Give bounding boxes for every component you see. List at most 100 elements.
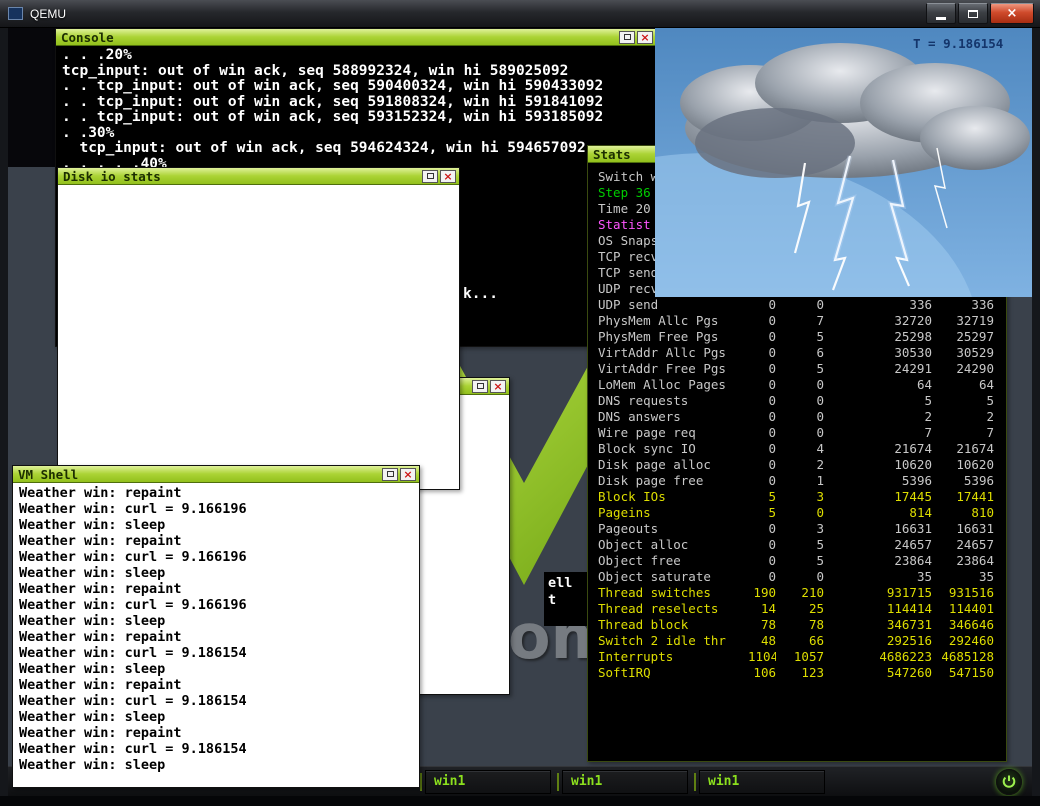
close-icon: ×	[493, 379, 503, 393]
stats-row-value: 931715	[886, 585, 932, 600]
vmshell-line: Weather win: repaint	[19, 629, 182, 645]
stats-row-value: 292460	[948, 633, 994, 648]
taskbar-separator	[694, 773, 696, 791]
stats-row-value: 5396	[901, 473, 932, 488]
desktop-dark-region	[8, 28, 55, 167]
stats-row: Block IOs 5 3 17445 17441	[598, 489, 996, 505]
stats-row-value: 16631	[894, 521, 932, 536]
stats-row-value: 35	[916, 569, 932, 584]
hidden-terminal-fragment: ell t	[544, 572, 587, 626]
stats-row-value: 0	[816, 409, 824, 424]
window-title: Console	[61, 29, 114, 45]
stats-row-label: Disk page alloc	[598, 457, 711, 472]
stats-row-value: 0	[768, 537, 776, 552]
stats-row: PhysMem Allc Pgs 0 7 32720 32719	[598, 313, 996, 329]
stats-row: Pageins 5 0 814 810	[598, 505, 996, 521]
stats-row-value: 810	[971, 505, 994, 520]
stats-row-value: 30530	[894, 345, 932, 360]
stats-row-value: 0	[768, 521, 776, 536]
stats-row-value: 5	[768, 505, 776, 520]
window-title: Disk io stats	[63, 168, 161, 184]
power-icon	[1002, 775, 1016, 788]
console-titlebar[interactable]: Console ×	[56, 29, 656, 46]
minimize-icon	[476, 383, 484, 389]
window-right-border	[1032, 28, 1040, 806]
stats-row-value: 0	[768, 473, 776, 488]
close-button[interactable]: ×	[490, 379, 506, 393]
stats-row-value: 25298	[894, 329, 932, 344]
stats-row-label: DNS answers	[598, 409, 681, 424]
stats-row-value: 2	[816, 457, 824, 472]
stats-row-value: 5	[816, 361, 824, 376]
close-button[interactable]: ×	[637, 30, 653, 44]
qemu-maximize-button[interactable]	[958, 3, 988, 24]
stats-row-value: 0	[816, 393, 824, 408]
taskbar-window-button[interactable]: win1	[425, 770, 551, 794]
stats-row-value: 123	[801, 665, 824, 680]
stats-row-value: 25	[808, 601, 824, 616]
stats-row: PhysMem Free Pgs 0 5 25298 25297	[598, 329, 996, 345]
stats-row-value: 346646	[948, 617, 994, 632]
fragment-line: ell	[548, 575, 573, 591]
stats-row: Wire page req 0 0 7 7	[598, 425, 996, 441]
stats-row-value: 0	[768, 377, 776, 392]
stats-row-value: 106	[753, 665, 776, 680]
minimize-icon	[623, 34, 631, 40]
stats-row-value: 5	[768, 489, 776, 504]
stats-row: Thread block 78 78 346731 346646	[598, 617, 996, 633]
disk-io-titlebar[interactable]: Disk io stats ×	[58, 168, 459, 185]
stats-row-label: Pageins	[598, 505, 651, 520]
stats-row-value: 0	[768, 361, 776, 376]
stats-row: LoMem Alloc Pages 0 0 64 64	[598, 377, 996, 393]
stats-row-label: PhysMem Allc Pgs	[598, 313, 719, 328]
vmshell-line: Weather win: curl = 9.186154	[19, 645, 247, 661]
stats-row: DNS answers 0 0 2 2	[598, 409, 996, 425]
stats-row: Disk page free 0 1 5396 5396	[598, 473, 996, 489]
vmshell-line: Weather win: repaint	[19, 581, 182, 597]
qemu-minimize-button[interactable]	[926, 3, 956, 24]
stats-row-value: 78	[808, 617, 824, 632]
stats-row-value: 30529	[956, 345, 994, 360]
vmshell-line: Weather win: curl = 9.186154	[19, 741, 247, 757]
stats-row-value: 1104	[748, 649, 776, 664]
minimize-button[interactable]	[382, 467, 398, 481]
weather-window: T = 9.186154	[655, 28, 1032, 297]
vmshell-line: Weather win: repaint	[19, 725, 182, 741]
qemu-titlebar[interactable]: QEMU ×	[0, 0, 1040, 28]
stats-row: Disk page alloc 0 2 10620 10620	[598, 457, 996, 473]
stats-row-value: 814	[909, 505, 932, 520]
vmshell-line: Weather win: repaint	[19, 485, 182, 501]
stats-row-value: 78	[760, 617, 776, 632]
close-button[interactable]: ×	[440, 169, 456, 183]
stats-row-label: SoftIRQ	[598, 665, 651, 680]
stats-row-value: 0	[768, 441, 776, 456]
vm-shell-window: VM Shell × Weather win: repaint Weather w…	[12, 465, 420, 788]
stats-row-value: 0	[816, 505, 824, 520]
taskbar-window-button[interactable]: win1	[699, 770, 825, 794]
stats-row-value: 24657	[956, 537, 994, 552]
taskbar-window-button[interactable]: win1	[562, 770, 688, 794]
console-line: tcp_input: out of win ack, seq 594624324…	[62, 140, 586, 156]
stats-row-label: Disk page free	[598, 473, 704, 488]
qemu-close-button[interactable]: ×	[990, 3, 1034, 24]
vmshell-line: Weather win: sleep	[19, 517, 166, 533]
minimize-button[interactable]	[619, 30, 635, 44]
vmshell-line: Weather win: curl = 9.166196	[19, 501, 247, 517]
power-button[interactable]	[996, 769, 1022, 795]
stats-row: Object alloc 0 5 24657 24657	[598, 537, 996, 553]
vmshell-line: Weather win: sleep	[19, 661, 166, 677]
stats-row-value: 7	[816, 313, 824, 328]
close-button[interactable]: ×	[400, 467, 416, 481]
stats-row-value: 64	[978, 377, 994, 392]
stats-row-label: Block IOs	[598, 489, 666, 504]
disk-io-stats-window: Disk io stats ×	[57, 167, 460, 490]
vm-shell-titlebar[interactable]: VM Shell ×	[13, 466, 419, 483]
stats-row-value: 4685128	[941, 649, 994, 664]
minimize-button[interactable]	[472, 379, 488, 393]
minimize-icon	[386, 471, 394, 477]
storm-cloud-image	[655, 28, 1032, 297]
close-icon: ×	[403, 467, 413, 481]
stats-row-label: LoMem Alloc Pages	[598, 377, 726, 392]
minimize-button[interactable]	[422, 169, 438, 183]
console-line: . .30%	[62, 124, 115, 141]
